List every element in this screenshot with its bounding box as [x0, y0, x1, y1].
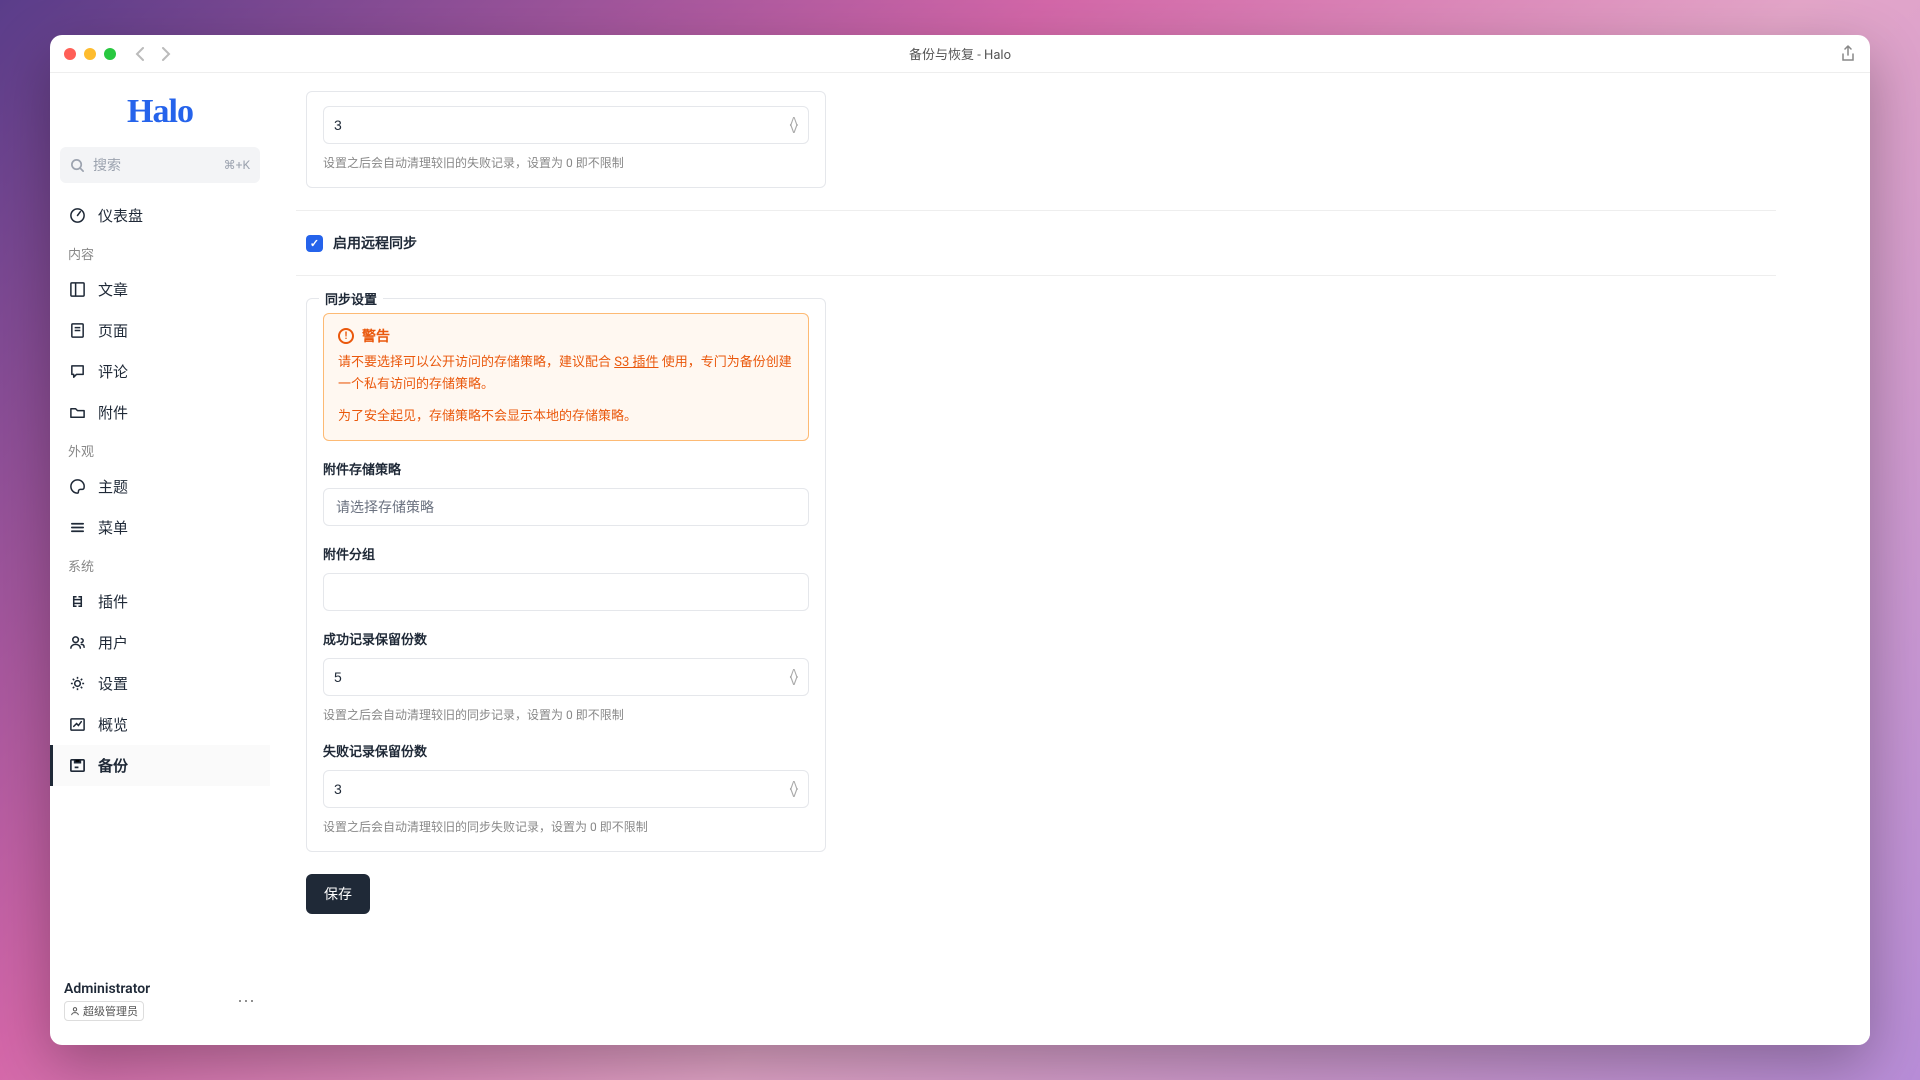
s3-plugin-link[interactable]: S3 插件 [614, 355, 658, 370]
nav-group-system: 系统 [50, 548, 270, 581]
number-spinner[interactable]: ᐱᐯ [790, 783, 798, 796]
sidebar-item-label: 评论 [98, 361, 128, 382]
user-footer: Administrator 超级管理员 ⋯ [50, 969, 270, 1033]
plugins-icon [68, 593, 86, 610]
main-content: ᐱᐯ 设置之后会自动清理较旧的失败记录，设置为 0 即不限制 ✓ 启用远程同步 … [270, 73, 1870, 1045]
sidebar-item-label: 文章 [98, 279, 128, 300]
save-button[interactable]: 保存 [306, 874, 370, 914]
sidebar-item-label: 页面 [98, 320, 128, 341]
search-icon [70, 158, 85, 173]
sidebar-item-label: 菜单 [98, 517, 128, 538]
sidebar-item-plugins[interactable]: 插件 [50, 581, 270, 622]
nav-group-content: 内容 [50, 236, 270, 269]
sidebar-item-label: 备份 [98, 755, 128, 776]
warning-icon: ! [338, 328, 354, 344]
menus-icon [68, 519, 86, 536]
nav-group-appearance: 外观 [50, 433, 270, 466]
alert-title: 警告 [362, 326, 390, 346]
titlebar: 备份与恢复 - Halo [50, 35, 1870, 73]
nav: 仪表盘 内容 文章 页面 评论 附件 [50, 195, 270, 969]
sidebar-item-label: 附件 [98, 402, 128, 423]
search-placeholder: 搜索 [93, 155, 121, 175]
sidebar-item-comments[interactable]: 评论 [50, 351, 270, 392]
number-spinner[interactable]: ᐱᐯ [790, 119, 798, 132]
sidebar-item-label: 仪表盘 [98, 205, 143, 226]
user-name: Administrator [64, 981, 150, 997]
maximize-window-button[interactable] [104, 48, 116, 60]
success-retain-hint: 设置之后会自动清理较旧的同步记录，设置为 0 即不限制 [323, 706, 809, 723]
fail-retain-label: 失败记录保留份数 [323, 741, 809, 760]
enable-remote-sync-label: 启用远程同步 [333, 233, 417, 253]
enable-remote-sync-checkbox[interactable]: ✓ 启用远程同步 [306, 233, 1776, 253]
user-icon [70, 1006, 80, 1016]
storage-policy-select[interactable]: 请选择存储策略 [323, 488, 809, 526]
checkbox-checked-icon: ✓ [306, 235, 323, 252]
themes-icon [68, 478, 86, 495]
backup-icon [68, 757, 86, 774]
pages-icon [68, 322, 86, 339]
sidebar-item-dashboard[interactable]: 仪表盘 [50, 195, 270, 236]
users-icon [68, 634, 86, 651]
posts-icon [68, 281, 86, 298]
fail-retain-input[interactable]: ᐱᐯ [323, 770, 809, 808]
success-retain-input[interactable]: ᐱᐯ [323, 658, 809, 696]
sidebar-item-settings[interactable]: 设置 [50, 663, 270, 704]
sidebar-item-label: 概览 [98, 714, 128, 735]
sidebar-item-attachments[interactable]: 附件 [50, 392, 270, 433]
top-retain-input[interactable]: ᐱᐯ [323, 106, 809, 144]
app-window: 备份与恢复 - Halo Halo 搜索 ⌘+K 仪表盘 内容 [50, 35, 1870, 1045]
overview-icon [68, 716, 86, 733]
sidebar: Halo 搜索 ⌘+K 仪表盘 内容 文章 [50, 73, 270, 1045]
sidebar-item-users[interactable]: 用户 [50, 622, 270, 663]
sync-settings-fieldset: 同步设置 ! 警告 请不要选择可以公开访问的存储策略，建议配合 S3 插件 使用… [306, 298, 826, 852]
attachments-icon [68, 404, 86, 421]
sidebar-item-label: 插件 [98, 591, 128, 612]
sidebar-item-backup[interactable]: 备份 [50, 745, 270, 786]
nav-arrows [134, 47, 172, 61]
sidebar-item-overview[interactable]: 概览 [50, 704, 270, 745]
sync-settings-legend: 同步设置 [319, 289, 383, 308]
dashboard-icon [68, 207, 86, 224]
logo: Halo [50, 85, 270, 147]
sidebar-item-posts[interactable]: 文章 [50, 269, 270, 310]
fail-retain-hint: 设置之后会自动清理较旧的同步失败记录，设置为 0 即不限制 [323, 818, 809, 835]
settings-icon [68, 675, 86, 692]
top-retain-hint: 设置之后会自动清理较旧的失败记录，设置为 0 即不限制 [323, 154, 809, 171]
sidebar-item-themes[interactable]: 主题 [50, 466, 270, 507]
sidebar-item-label: 用户 [98, 632, 128, 653]
attachment-group-label: 附件分组 [323, 544, 809, 563]
sidebar-item-pages[interactable]: 页面 [50, 310, 270, 351]
attachment-group-input[interactable] [323, 573, 809, 611]
number-spinner[interactable]: ᐱᐯ [790, 671, 798, 684]
nav-back-button[interactable] [134, 47, 146, 61]
traffic-lights [64, 48, 116, 60]
search-shortcut: ⌘+K [224, 158, 250, 172]
close-window-button[interactable] [64, 48, 76, 60]
sidebar-item-label: 主题 [98, 476, 128, 497]
user-menu-button[interactable]: ⋯ [237, 991, 256, 1012]
window-title: 备份与恢复 - Halo [909, 44, 1011, 63]
storage-policy-label: 附件存储策略 [323, 459, 809, 478]
top-retain-field: ᐱᐯ 设置之后会自动清理较旧的失败记录，设置为 0 即不限制 [306, 91, 826, 188]
sidebar-item-label: 设置 [98, 673, 128, 694]
share-icon[interactable] [1840, 45, 1856, 63]
comments-icon [68, 363, 86, 380]
minimize-window-button[interactable] [84, 48, 96, 60]
success-retain-label: 成功记录保留份数 [323, 629, 809, 648]
sidebar-item-menus[interactable]: 菜单 [50, 507, 270, 548]
user-info: Administrator 超级管理员 [64, 981, 150, 1021]
warning-alert: ! 警告 请不要选择可以公开访问的存储策略，建议配合 S3 插件 使用，专门为备… [323, 313, 809, 441]
search-input[interactable]: 搜索 ⌘+K [60, 147, 260, 183]
user-role-badge: 超级管理员 [64, 1001, 144, 1021]
nav-forward-button[interactable] [160, 47, 172, 61]
top-retain-value[interactable] [334, 117, 790, 133]
